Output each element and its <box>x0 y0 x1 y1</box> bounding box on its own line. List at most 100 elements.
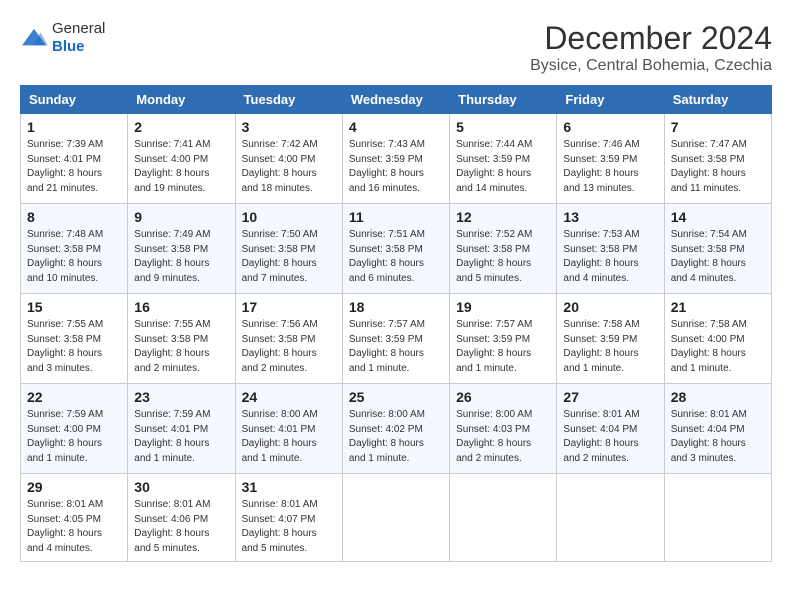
day-info: Sunrise: 8:01 AM Sunset: 4:04 PM Dayligh… <box>671 408 765 466</box>
calendar-day-cell: 1 Sunrise: 7:39 AM Sunset: 4:01 PM Dayli… <box>21 114 128 204</box>
day-info: Sunrise: 7:52 AM Sunset: 3:58 PM Dayligh… <box>456 228 550 286</box>
calendar-day-cell: 23 Sunrise: 7:59 AM Sunset: 4:01 PM Dayl… <box>128 384 235 474</box>
calendar-header-row: SundayMondayTuesdayWednesdayThursdayFrid… <box>21 86 772 114</box>
calendar-day-cell: 16 Sunrise: 7:55 AM Sunset: 3:58 PM Dayl… <box>128 294 235 384</box>
calendar-day-cell: 13 Sunrise: 7:53 AM Sunset: 3:58 PM Dayl… <box>557 204 664 294</box>
day-number: 20 <box>563 299 657 315</box>
calendar-day-cell: 18 Sunrise: 7:57 AM Sunset: 3:59 PM Dayl… <box>342 294 449 384</box>
calendar-day-cell: 29 Sunrise: 8:01 AM Sunset: 4:05 PM Dayl… <box>21 474 128 562</box>
day-info: Sunrise: 7:57 AM Sunset: 3:59 PM Dayligh… <box>349 318 443 376</box>
calendar-day-cell: 30 Sunrise: 8:01 AM Sunset: 4:06 PM Dayl… <box>128 474 235 562</box>
day-info: Sunrise: 8:00 AM Sunset: 4:01 PM Dayligh… <box>242 408 336 466</box>
day-number: 9 <box>134 209 228 225</box>
calendar-day-cell: 21 Sunrise: 7:58 AM Sunset: 4:00 PM Dayl… <box>664 294 771 384</box>
calendar-day-cell: 6 Sunrise: 7:46 AM Sunset: 3:59 PM Dayli… <box>557 114 664 204</box>
calendar-day-cell: 11 Sunrise: 7:51 AM Sunset: 3:58 PM Dayl… <box>342 204 449 294</box>
calendar-day-cell: 14 Sunrise: 7:54 AM Sunset: 3:58 PM Dayl… <box>664 204 771 294</box>
calendar-day-cell: 26 Sunrise: 8:00 AM Sunset: 4:03 PM Dayl… <box>450 384 557 474</box>
day-info: Sunrise: 7:47 AM Sunset: 3:58 PM Dayligh… <box>671 138 765 196</box>
weekday-header: Sunday <box>21 86 128 114</box>
day-number: 31 <box>242 479 336 495</box>
day-info: Sunrise: 7:51 AM Sunset: 3:58 PM Dayligh… <box>349 228 443 286</box>
weekday-header: Thursday <box>450 86 557 114</box>
logo-blue-text: Blue <box>52 38 85 55</box>
day-number: 2 <box>134 119 228 135</box>
day-info: Sunrise: 7:43 AM Sunset: 3:59 PM Dayligh… <box>349 138 443 196</box>
calendar-day-cell: 19 Sunrise: 7:57 AM Sunset: 3:59 PM Dayl… <box>450 294 557 384</box>
day-info: Sunrise: 7:55 AM Sunset: 3:58 PM Dayligh… <box>134 318 228 376</box>
day-number: 18 <box>349 299 443 315</box>
calendar-day-cell <box>342 474 449 562</box>
weekday-header: Saturday <box>664 86 771 114</box>
calendar-day-cell <box>557 474 664 562</box>
calendar-day-cell <box>664 474 771 562</box>
day-number: 5 <box>456 119 550 135</box>
calendar-day-cell: 3 Sunrise: 7:42 AM Sunset: 4:00 PM Dayli… <box>235 114 342 204</box>
day-number: 12 <box>456 209 550 225</box>
logo-icon <box>20 27 48 49</box>
calendar-day-cell: 28 Sunrise: 8:01 AM Sunset: 4:04 PM Dayl… <box>664 384 771 474</box>
calendar-day-cell <box>450 474 557 562</box>
calendar-week-row: 1 Sunrise: 7:39 AM Sunset: 4:01 PM Dayli… <box>21 114 772 204</box>
weekday-header: Tuesday <box>235 86 342 114</box>
day-number: 7 <box>671 119 765 135</box>
day-number: 14 <box>671 209 765 225</box>
calendar-day-cell: 10 Sunrise: 7:50 AM Sunset: 3:58 PM Dayl… <box>235 204 342 294</box>
weekday-header: Monday <box>128 86 235 114</box>
month-title: December 2024 <box>530 20 772 57</box>
day-info: Sunrise: 7:39 AM Sunset: 4:01 PM Dayligh… <box>27 138 121 196</box>
calendar-day-cell: 12 Sunrise: 7:52 AM Sunset: 3:58 PM Dayl… <box>450 204 557 294</box>
day-number: 19 <box>456 299 550 315</box>
day-info: Sunrise: 7:44 AM Sunset: 3:59 PM Dayligh… <box>456 138 550 196</box>
day-info: Sunrise: 8:01 AM Sunset: 4:04 PM Dayligh… <box>563 408 657 466</box>
weekday-header: Friday <box>557 86 664 114</box>
day-info: Sunrise: 8:00 AM Sunset: 4:02 PM Dayligh… <box>349 408 443 466</box>
day-number: 3 <box>242 119 336 135</box>
day-info: Sunrise: 7:59 AM Sunset: 4:01 PM Dayligh… <box>134 408 228 466</box>
day-info: Sunrise: 7:58 AM Sunset: 3:59 PM Dayligh… <box>563 318 657 376</box>
day-info: Sunrise: 7:54 AM Sunset: 3:58 PM Dayligh… <box>671 228 765 286</box>
calendar-week-row: 22 Sunrise: 7:59 AM Sunset: 4:00 PM Dayl… <box>21 384 772 474</box>
day-info: Sunrise: 7:48 AM Sunset: 3:58 PM Dayligh… <box>27 228 121 286</box>
calendar-day-cell: 20 Sunrise: 7:58 AM Sunset: 3:59 PM Dayl… <box>557 294 664 384</box>
day-info: Sunrise: 7:49 AM Sunset: 3:58 PM Dayligh… <box>134 228 228 286</box>
calendar-day-cell: 25 Sunrise: 8:00 AM Sunset: 4:02 PM Dayl… <box>342 384 449 474</box>
calendar-week-row: 15 Sunrise: 7:55 AM Sunset: 3:58 PM Dayl… <box>21 294 772 384</box>
calendar-day-cell: 9 Sunrise: 7:49 AM Sunset: 3:58 PM Dayli… <box>128 204 235 294</box>
day-info: Sunrise: 7:53 AM Sunset: 3:58 PM Dayligh… <box>563 228 657 286</box>
day-info: Sunrise: 7:58 AM Sunset: 4:00 PM Dayligh… <box>671 318 765 376</box>
day-number: 29 <box>27 479 121 495</box>
calendar-table: SundayMondayTuesdayWednesdayThursdayFrid… <box>20 85 772 562</box>
title-block: December 2024 Bysice, Central Bohemia, C… <box>530 20 772 75</box>
day-info: Sunrise: 8:01 AM Sunset: 4:05 PM Dayligh… <box>27 498 121 556</box>
day-number: 27 <box>563 389 657 405</box>
day-number: 30 <box>134 479 228 495</box>
day-info: Sunrise: 7:59 AM Sunset: 4:00 PM Dayligh… <box>27 408 121 466</box>
calendar-day-cell: 24 Sunrise: 8:00 AM Sunset: 4:01 PM Dayl… <box>235 384 342 474</box>
calendar-week-row: 29 Sunrise: 8:01 AM Sunset: 4:05 PM Dayl… <box>21 474 772 562</box>
day-info: Sunrise: 7:42 AM Sunset: 4:00 PM Dayligh… <box>242 138 336 196</box>
day-info: Sunrise: 7:50 AM Sunset: 3:58 PM Dayligh… <box>242 228 336 286</box>
day-info: Sunrise: 8:00 AM Sunset: 4:03 PM Dayligh… <box>456 408 550 466</box>
logo: General Blue <box>20 20 105 56</box>
day-number: 16 <box>134 299 228 315</box>
day-number: 1 <box>27 119 121 135</box>
calendar-day-cell: 22 Sunrise: 7:59 AM Sunset: 4:00 PM Dayl… <box>21 384 128 474</box>
calendar-day-cell: 2 Sunrise: 7:41 AM Sunset: 4:00 PM Dayli… <box>128 114 235 204</box>
day-number: 22 <box>27 389 121 405</box>
day-number: 21 <box>671 299 765 315</box>
day-info: Sunrise: 7:56 AM Sunset: 3:58 PM Dayligh… <box>242 318 336 376</box>
day-number: 28 <box>671 389 765 405</box>
location-text: Bysice, Central Bohemia, Czechia <box>530 57 772 75</box>
day-info: Sunrise: 8:01 AM Sunset: 4:06 PM Dayligh… <box>134 498 228 556</box>
day-number: 11 <box>349 209 443 225</box>
weekday-header: Wednesday <box>342 86 449 114</box>
day-info: Sunrise: 7:41 AM Sunset: 4:00 PM Dayligh… <box>134 138 228 196</box>
calendar-day-cell: 5 Sunrise: 7:44 AM Sunset: 3:59 PM Dayli… <box>450 114 557 204</box>
day-number: 4 <box>349 119 443 135</box>
calendar-day-cell: 31 Sunrise: 8:01 AM Sunset: 4:07 PM Dayl… <box>235 474 342 562</box>
page-header: General Blue December 2024 Bysice, Centr… <box>20 20 772 75</box>
calendar-day-cell: 15 Sunrise: 7:55 AM Sunset: 3:58 PM Dayl… <box>21 294 128 384</box>
calendar-day-cell: 4 Sunrise: 7:43 AM Sunset: 3:59 PM Dayli… <box>342 114 449 204</box>
calendar-day-cell: 17 Sunrise: 7:56 AM Sunset: 3:58 PM Dayl… <box>235 294 342 384</box>
